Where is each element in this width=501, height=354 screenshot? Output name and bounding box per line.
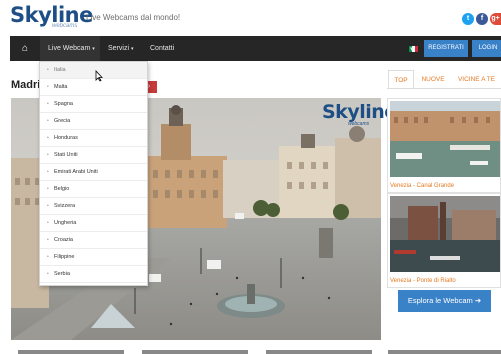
dropdown-item-emirati[interactable]: • Emirati Arabi Uniti <box>40 164 147 181</box>
webcam-card-caption[interactable]: Venezia - Ponte di Rialto <box>390 278 456 284</box>
bullet-icon: • <box>47 118 49 124</box>
dropdown-item-croazia[interactable]: • Croazia <box>40 232 147 249</box>
bullet-icon: • <box>47 101 49 107</box>
dropdown-item-ungheria[interactable]: • Ungheria <box>40 215 147 232</box>
nav-contatti[interactable]: Contatti <box>150 36 174 61</box>
dropdown-item-label: Filippine <box>54 254 75 260</box>
dropdown-item-belgio[interactable]: • Belgio <box>40 181 147 198</box>
dropdown-item-label: Malta <box>54 84 68 90</box>
bullet-icon: • <box>47 220 49 226</box>
home-icon[interactable]: ⌂ <box>22 36 28 61</box>
bottom-thumbnail[interactable] <box>266 350 372 354</box>
dropdown-item-label: Italia <box>54 67 66 73</box>
bullet-icon: • <box>47 254 49 260</box>
dropdown-item-label: Spagna <box>54 101 73 107</box>
dropdown-item-label: Ungheria <box>54 220 77 226</box>
site-tagline: Live Webcams dal mondo! <box>86 13 181 22</box>
dropdown-item-stati-uniti[interactable]: • Stati Uniti <box>40 147 147 164</box>
tab-nuove[interactable]: NUOVE <box>418 70 448 89</box>
twitter-icon[interactable]: t <box>462 13 474 25</box>
bullet-icon: • <box>47 135 49 141</box>
bullet-icon: • <box>47 271 49 277</box>
dropdown-item-label: Emirati Arabi Uniti <box>54 169 98 175</box>
main-navbar: ⌂ Live Webcam ▾ Servizi ▾ Contatti ▾ REGIS… <box>10 36 501 61</box>
dropdown-item-label: Stati Uniti <box>54 152 78 158</box>
bullet-icon: • <box>47 186 49 192</box>
dropdown-item-spagna[interactable]: • Spagna <box>40 96 147 113</box>
dropdown-item-malta[interactable]: • Malta <box>40 79 147 96</box>
webcam-card-rialto[interactable]: Venezia - Ponte di Rialto <box>387 193 501 288</box>
webcam-card-caption[interactable]: Venezia - Canal Grande <box>390 183 454 189</box>
webcam-thumbnail[interactable] <box>390 196 500 272</box>
dropdown-item-label: Belgio <box>54 186 70 192</box>
nav-live-webcam[interactable]: Live Webcam ▾ <box>40 36 100 61</box>
webcam-card-canal-grande[interactable]: Venezia - Canal Grande <box>387 98 501 193</box>
webcam-watermark-subtitle: webcams <box>348 121 370 127</box>
bullet-icon: • <box>47 237 49 243</box>
dropdown-item-serbia[interactable]: • Serbia <box>40 266 147 283</box>
webcam-thumbnail[interactable] <box>390 101 500 177</box>
bullet-icon: • <box>47 203 49 209</box>
dropdown-item-honduras[interactable]: • Honduras <box>40 130 147 147</box>
bottom-thumbnail[interactable] <box>142 350 248 354</box>
dropdown-item-label: Svizzera <box>54 203 76 209</box>
bottom-thumbnail[interactable] <box>388 350 501 354</box>
dropdown-item-label: Honduras <box>54 135 78 141</box>
dropdown-item-label: Croazia <box>54 237 73 243</box>
nav-servizi-label: Servizi <box>108 45 130 52</box>
bottom-thumbnail[interactable] <box>18 350 124 354</box>
bullet-icon: • <box>47 84 49 90</box>
tab-divider <box>387 88 501 89</box>
site-header: Skyline webcams Live Webcams dal mondo! … <box>0 0 501 36</box>
nav-servizi[interactable]: Servizi ▾ <box>108 36 134 61</box>
webcam-watermark-logo: Skyline <box>322 101 397 123</box>
mouse-cursor-icon <box>95 70 103 82</box>
facebook-icon[interactable]: f <box>476 13 488 25</box>
dropdown-item-label: Grecia <box>54 118 71 124</box>
googleplus-icon[interactable]: g+ <box>490 13 501 25</box>
tab-top[interactable]: TOP <box>388 70 414 89</box>
page-title: Madri <box>11 79 41 91</box>
live-webcam-dropdown: • Italia • Malta • Spagna • Grecia • Honduras… <box>39 61 148 286</box>
login-button[interactable]: LOGIN <box>472 40 501 57</box>
explore-webcams-button[interactable]: Esplora le Webcam ➔ <box>398 290 491 312</box>
site-logo-subtitle: webcams <box>52 23 78 29</box>
dropdown-item-grecia[interactable]: • Grecia <box>40 113 147 130</box>
language-chevron-icon[interactable]: ▾ <box>410 37 414 62</box>
bullet-icon: • <box>47 152 49 158</box>
dropdown-item-italia[interactable]: • Italia <box>40 62 147 79</box>
register-button[interactable]: REGISTRATI <box>424 40 468 57</box>
dropdown-item-label: Serbia <box>54 271 70 277</box>
dropdown-item-svizzera[interactable]: • Svizzera <box>40 198 147 215</box>
bullet-icon: • <box>47 169 49 175</box>
chevron-down-icon: ▾ <box>131 46 134 52</box>
tab-vicine[interactable]: VICINE A TE <box>452 70 501 89</box>
nav-live-webcam-label: Live Webcam <box>48 45 91 52</box>
chevron-down-icon: ▾ <box>92 46 95 52</box>
dropdown-item-filippine[interactable]: • Filippine <box>40 249 147 266</box>
bullet-icon: • <box>47 67 49 73</box>
